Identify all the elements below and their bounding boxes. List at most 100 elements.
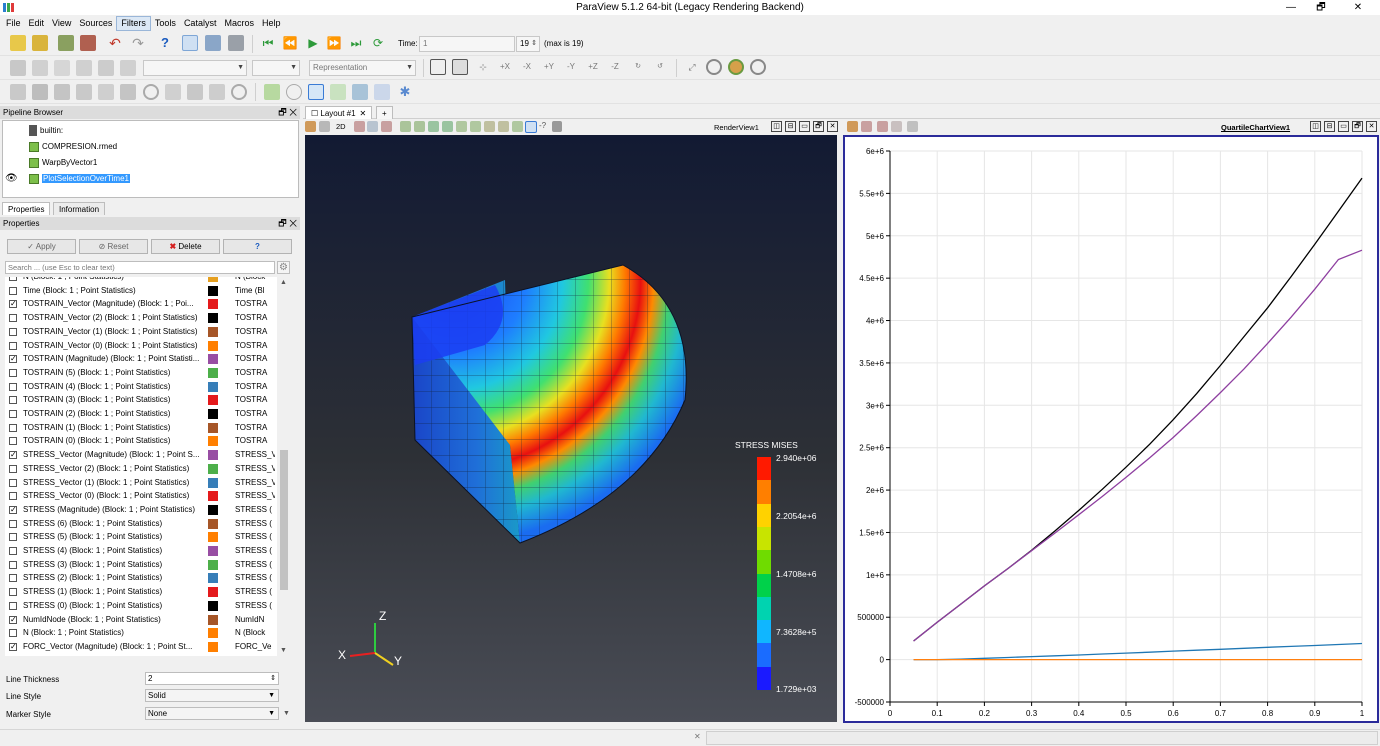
pick-center-icon[interactable] <box>750 59 766 75</box>
series-color-swatch[interactable] <box>208 573 218 584</box>
contour-icon[interactable] <box>32 84 48 100</box>
series-checkbox[interactable]: ✓ <box>9 642 17 651</box>
pipeline-item-compresion[interactable]: COMPRESION.rmed <box>29 140 117 153</box>
series-color-swatch[interactable] <box>208 491 218 502</box>
glyph-icon[interactable] <box>143 84 159 100</box>
series-checkbox[interactable] <box>9 464 17 473</box>
series-legend-name[interactable]: TOSTRA <box>235 407 275 421</box>
grow-selection-icon[interactable] <box>512 121 523 132</box>
series-row[interactable]: TOSTRAIN (3) (Block: 1 ; Point Statistic… <box>5 393 275 407</box>
close-window-button[interactable]: ✕ <box>1336 0 1380 15</box>
series-legend-name[interactable]: TOSTRA <box>235 297 275 311</box>
disconnect-icon[interactable] <box>205 35 221 51</box>
first-frame-icon[interactable]: ⏮ <box>260 35 276 51</box>
slice-icon[interactable] <box>76 84 92 100</box>
series-checkbox[interactable]: ✓ <box>9 355 17 364</box>
maximize-button[interactable]: 🗗 <box>1306 0 1336 15</box>
series-color-swatch[interactable] <box>208 532 218 543</box>
series-legend-name[interactable]: TOSTRA <box>235 325 275 339</box>
close-view-icon[interactable]: ✕ <box>827 121 838 132</box>
previous-frame-icon[interactable]: ⏪ <box>282 35 298 51</box>
menu-sources[interactable]: Sources <box>75 16 116 31</box>
reset-center-icon[interactable] <box>728 59 744 75</box>
series-color-swatch[interactable] <box>208 395 218 406</box>
tab-properties[interactable]: Properties <box>2 202 51 215</box>
series-row[interactable]: N (Block: 1 ; Point Statistics) N (Block <box>5 277 275 284</box>
series-color-swatch[interactable] <box>208 354 218 365</box>
series-checkbox[interactable] <box>9 629 17 638</box>
menu-edit[interactable]: Edit <box>25 16 49 31</box>
panel-float-close-icon[interactable]: 🗗 ✕ <box>278 106 297 119</box>
axes-grid-icon[interactable] <box>354 121 365 132</box>
series-checkbox[interactable] <box>9 327 17 336</box>
series-row[interactable]: ✓ NumIdNode (Block: 1 ; Point Statistics)… <box>5 613 275 627</box>
series-checkbox[interactable] <box>9 478 17 487</box>
series-color-swatch[interactable] <box>208 299 218 310</box>
series-row[interactable]: TOSTRAIN (1) (Block: 1 ; Point Statistic… <box>5 421 275 435</box>
color-array-combo[interactable]: ▼ <box>143 60 247 76</box>
toggle-2d-3d-button[interactable]: 2D <box>336 122 346 131</box>
menu-tools[interactable]: Tools <box>151 16 180 31</box>
series-legend-name[interactable]: STRESS ( <box>235 599 275 613</box>
series-legend-name[interactable]: TOSTRA <box>235 434 275 448</box>
series-row[interactable]: STRESS (2) (Block: 1 ; Point Statistics)… <box>5 571 275 585</box>
representation-combo[interactable]: Representation ▼ <box>309 60 416 76</box>
view-minus-x-icon[interactable]: -X <box>519 59 535 75</box>
series-color-swatch[interactable] <box>208 641 218 652</box>
series-legend-name[interactable]: TOSTRA <box>235 339 275 353</box>
series-checkbox[interactable] <box>9 588 17 597</box>
select-cells-on-icon[interactable] <box>400 121 411 132</box>
interaction-mode-icon[interactable]: ⤢ <box>684 59 700 75</box>
series-legend-name[interactable]: STRESS_V <box>235 448 275 462</box>
series-row[interactable]: STRESS (6) (Block: 1 ; Point Statistics)… <box>5 517 275 531</box>
series-color-swatch[interactable] <box>208 436 218 447</box>
series-color-swatch[interactable] <box>208 628 218 639</box>
time-index-spinbox[interactable]: 19 ⇕ <box>516 36 540 52</box>
menu-macros[interactable]: Macros <box>220 16 258 31</box>
select-polygon-icon[interactable] <box>456 121 467 132</box>
select-cells-through-icon[interactable] <box>428 121 439 132</box>
tab-information[interactable]: Information <box>53 202 106 215</box>
series-legend-name[interactable]: TOSTRA <box>235 366 275 380</box>
split-horizontal-icon[interactable]: ◫ <box>771 121 782 132</box>
zoom-to-data-icon[interactable] <box>452 59 468 75</box>
close-view-icon[interactable]: ✕ <box>1366 121 1377 132</box>
reset-camera-icon[interactable] <box>430 59 446 75</box>
line-thickness-input[interactable]: 2 ⇕ <box>145 672 279 685</box>
series-checkbox[interactable] <box>9 423 17 432</box>
rescale-range-icon[interactable] <box>54 60 70 76</box>
color-map-editor-icon[interactable] <box>32 60 48 76</box>
series-legend-name[interactable]: STRESS ( <box>235 530 275 544</box>
spreadsheet-icon[interactable] <box>352 84 368 100</box>
eye-visibility-icon[interactable]: 👁 <box>5 172 19 185</box>
series-checkbox[interactable] <box>9 396 17 405</box>
advanced-settings-gear-icon[interactable]: ⚙ <box>277 261 290 274</box>
marker-style-select[interactable]: None ▼ <box>145 707 279 720</box>
line-style-select[interactable]: Solid ▼ <box>145 689 279 702</box>
series-row[interactable]: ✓ FORC_Vector (Magnitude) (Block: 1 ; Poi… <box>5 640 275 654</box>
delete-button[interactable]: ✖ Delete <box>151 239 220 254</box>
series-color-swatch[interactable] <box>208 463 218 474</box>
redo-icon[interactable]: ↷ <box>130 35 146 51</box>
trash-icon[interactable] <box>552 121 562 132</box>
scroll-up-icon[interactable]: ▲ <box>280 279 287 286</box>
component-combo[interactable]: ▼ <box>252 60 300 76</box>
restore-view-icon[interactable]: 🗗 <box>1352 121 1363 132</box>
interactive-select-icon[interactable] <box>484 121 495 132</box>
render-view-3d[interactable]: Z X Y STRESS MISES 2.940e+06 2.2054e+6 1… <box>305 135 837 722</box>
minimize-button[interactable]: — <box>1276 0 1306 15</box>
series-row[interactable]: ✓ TOSTRAIN (Magnitude) (Block: 1 ; Point … <box>5 352 275 366</box>
view-minus-z-icon[interactable]: -Z <box>607 59 623 75</box>
series-row[interactable]: ✓ TOSTRAIN_Vector (Magnitude) (Block: 1 ;… <box>5 297 275 311</box>
chart-reset-icon[interactable] <box>891 121 902 132</box>
close-tab-icon[interactable]: ✕ <box>360 109 367 118</box>
series-row[interactable]: N (Block: 1 ; Point Statistics) N (Block <box>5 626 275 640</box>
series-checkbox[interactable]: ✓ <box>9 300 17 309</box>
series-row[interactable]: TOSTRAIN (4) (Block: 1 ; Point Statistic… <box>5 380 275 394</box>
series-row[interactable]: TOSTRAIN_Vector (2) (Block: 1 ; Point St… <box>5 311 275 325</box>
rotate-plus90-icon[interactable]: ↻ <box>630 59 646 75</box>
plot-over-line-icon[interactable] <box>264 84 280 100</box>
menu-file[interactable]: File <box>2 16 25 31</box>
series-color-swatch[interactable] <box>208 559 218 570</box>
split-horizontal-icon[interactable]: ◫ <box>1310 121 1321 132</box>
